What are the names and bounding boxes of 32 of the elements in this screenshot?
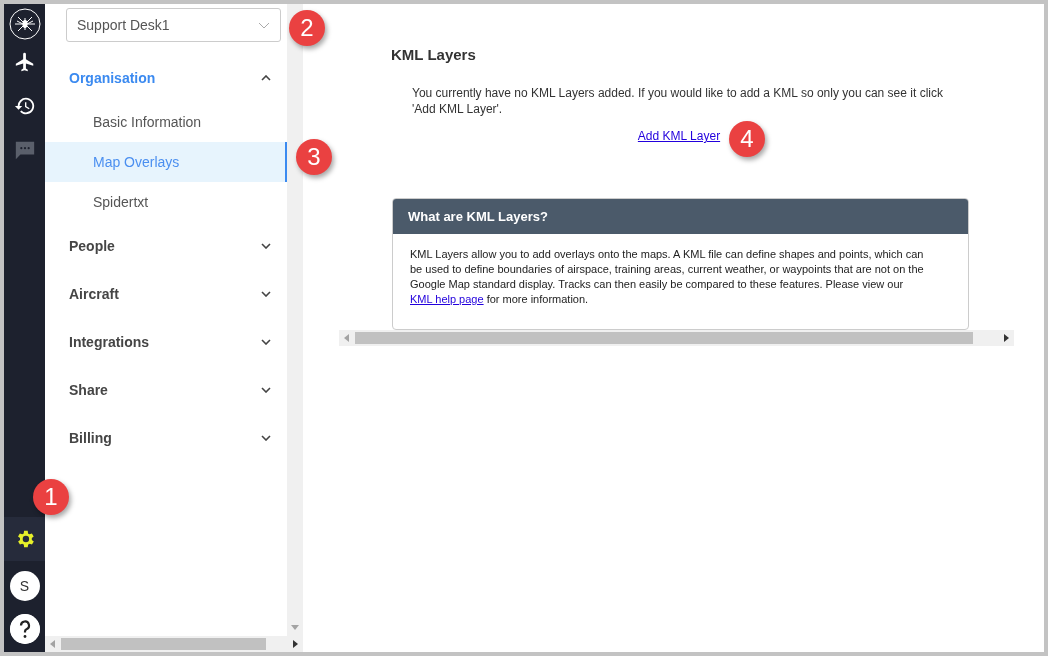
info-paragraph: KML Layers allow you to add overlays onto the maps. A KML file can define shapes and points, which can be used to define boundaries of airspace, training areas, current weather, or waypoints that are not on the Google Map standard display. Tracks can then easily be compared to these features. Please view our KML help page for more information.: [409, 247, 925, 307]
sidebar-section[interactable]: Aircraft: [45, 270, 287, 318]
callout-badge: 3: [296, 139, 332, 175]
horizontal-scrollbar[interactable]: [339, 330, 1014, 346]
chevron-up-icon: [261, 75, 271, 81]
spider-logo[interactable]: [8, 8, 41, 40]
card-title: What are KML Layers?: [393, 199, 968, 234]
callout-badge: 2: [289, 10, 325, 46]
settings-nav-button[interactable]: [4, 517, 45, 561]
sidebar-section[interactable]: People: [45, 222, 287, 270]
workspace-dropdown[interactable]: Support Desk1: [66, 8, 281, 42]
history-icon: [13, 95, 36, 117]
chevron-down-icon: [258, 21, 270, 29]
page-title: KML Layers: [391, 46, 477, 63]
sidebar-section[interactable]: Integrations: [45, 318, 287, 366]
sidebar-section[interactable]: Billing: [45, 414, 287, 462]
sidebar-item[interactable]: Spidertxt: [45, 182, 287, 222]
chevron-down-icon: [261, 339, 271, 345]
empty-message: You currently have no KML Layers added. If you would like to add a KML so only you can see it click 'Add KML Layer'.: [412, 85, 944, 117]
help-page-link[interactable]: KML help page: [410, 293, 484, 305]
chevron-down-icon: [261, 243, 271, 249]
user-avatar[interactable]: S: [9, 571, 40, 601]
add-kml-layer-link[interactable]: Add KML Layer: [637, 129, 721, 143]
sidebar-item[interactable]: Basic Information: [45, 102, 287, 142]
chevron-down-icon: [261, 435, 271, 441]
chevron-down-icon: [261, 387, 271, 393]
callout-badge: 4: [729, 121, 765, 157]
help-icon[interactable]: [9, 614, 40, 644]
chat-icon: [13, 139, 36, 161]
sidebar-section[interactable]: Share: [45, 366, 287, 414]
chevron-down-icon: [261, 291, 271, 297]
airplane-icon: [13, 51, 36, 73]
